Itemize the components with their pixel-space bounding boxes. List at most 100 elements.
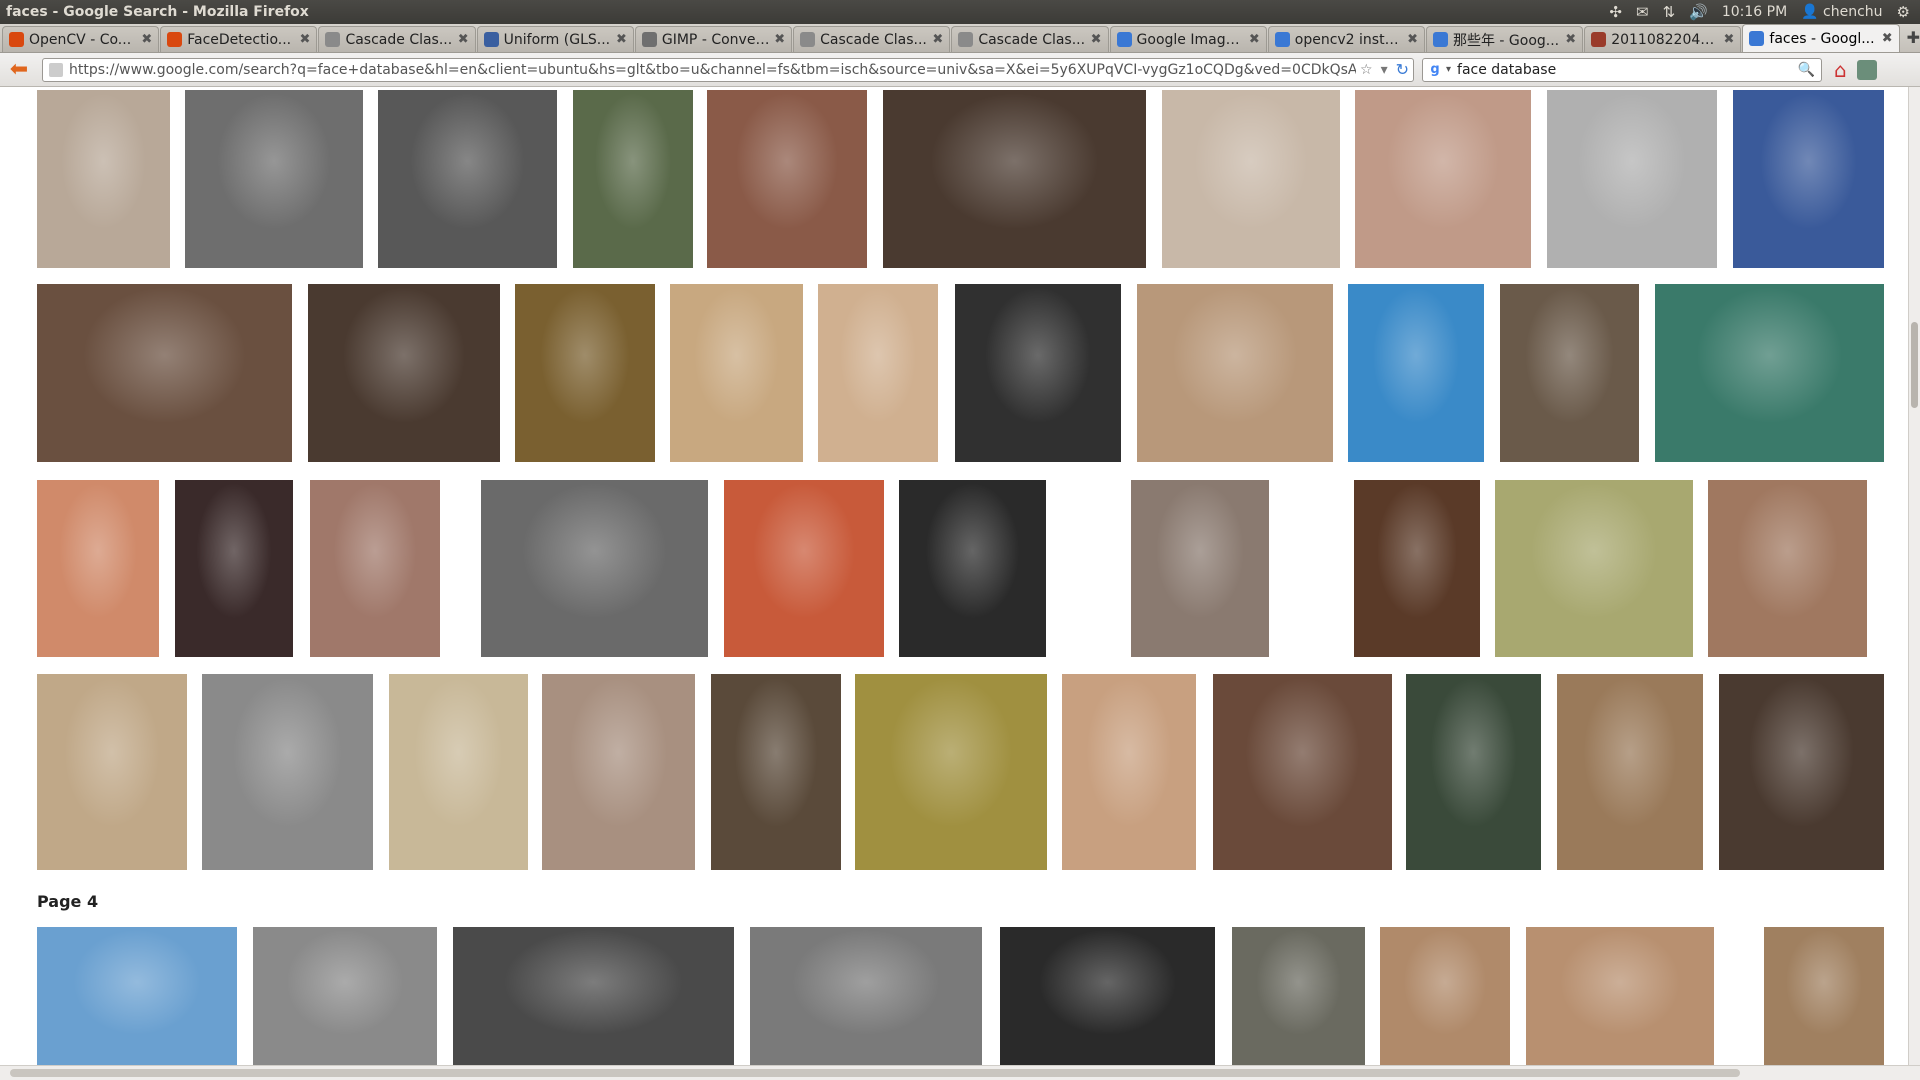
result-thumbnail[interactable] [1557,674,1703,870]
result-thumbnail[interactable] [1348,284,1484,462]
result-thumbnail[interactable] [707,90,867,268]
result-thumbnail[interactable] [202,674,373,870]
result-thumbnail[interactable] [515,284,655,462]
result-thumbnail[interactable] [855,674,1047,870]
result-thumbnail[interactable] [1708,480,1867,657]
search-bar[interactable]: g ▾ face database 🔍 [1422,57,1822,82]
vertical-scroll-thumb[interactable] [1911,322,1918,408]
result-thumbnail[interactable] [1137,284,1333,462]
result-thumbnail[interactable] [175,480,293,657]
tab-label: 那些年 - Goog... [1452,32,1560,49]
result-thumbnail[interactable] [1733,90,1884,268]
browser-tab[interactable]: GIMP - Conver... ✖ [634,26,793,52]
browser-tab[interactable]: Google Image... ✖ [1109,26,1267,52]
result-thumbnail[interactable] [1495,480,1693,657]
result-thumbnail[interactable] [1355,90,1531,268]
result-thumbnail[interactable] [542,674,695,870]
google-engine-icon[interactable]: g [1427,62,1443,78]
result-thumbnail[interactable] [1547,90,1717,268]
result-thumbnail[interactable] [750,927,982,1065]
result-thumbnail[interactable] [1000,927,1215,1065]
network-icon[interactable]: ⇅ [1663,3,1676,21]
browser-tab-active[interactable]: faces - Googl... ✖ [1742,24,1900,52]
result-thumbnail[interactable] [711,674,841,870]
browser-tab[interactable]: OpenCV - Co... ✖ [2,26,160,52]
result-thumbnail[interactable] [955,284,1121,462]
volume-icon[interactable]: 🔊 [1689,3,1708,21]
home-icon[interactable]: ⌂ [1834,58,1847,82]
result-thumbnail[interactable] [1406,674,1541,870]
result-thumbnail[interactable] [1354,480,1480,657]
result-thumbnail[interactable] [481,480,708,657]
result-thumbnail[interactable] [37,284,292,462]
result-thumbnail[interactable] [37,674,187,870]
clock[interactable]: 10:16 PM [1722,4,1787,20]
result-thumbnail[interactable] [453,927,734,1065]
browser-tab[interactable]: Cascade Clas... ✖ [951,26,1109,52]
horizontal-scroll-thumb[interactable] [10,1069,1740,1077]
result-thumbnail[interactable] [1526,927,1714,1065]
tab-close-icon[interactable]: ✖ [1724,32,1735,47]
result-thumbnail[interactable] [1380,927,1510,1065]
back-arrow-icon[interactable]: ⬅ [4,57,34,82]
result-thumbnail[interactable] [37,927,237,1065]
result-thumbnail[interactable] [883,90,1146,268]
dropbox-icon[interactable]: ✣ [1609,3,1622,21]
result-thumbnail[interactable] [818,284,938,462]
result-thumbnail[interactable] [1764,927,1884,1065]
result-thumbnail[interactable] [1719,674,1884,870]
tab-close-icon[interactable]: ✖ [1565,32,1576,47]
result-thumbnail[interactable] [1213,674,1392,870]
url-dropdown-icon[interactable]: ▾ [1381,62,1388,78]
url-bar[interactable]: https://www.google.com/search?q=face+dat… [42,57,1414,82]
result-thumbnail[interactable] [1162,90,1340,268]
mail-icon[interactable]: ✉ [1636,3,1649,21]
result-thumbnail[interactable] [573,90,693,268]
search-query[interactable]: face database [1451,62,1798,78]
result-thumbnail[interactable] [1131,480,1269,657]
result-thumbnail[interactable] [1655,284,1884,462]
browser-tab[interactable]: Cascade Clas... ✖ [793,26,951,52]
search-icon[interactable]: 🔍 [1798,62,1815,78]
browser-tab[interactable]: opencv2 insta... ✖ [1267,26,1425,52]
url-text[interactable]: https://www.google.com/search?q=face+dat… [69,62,1356,78]
browser-tab[interactable]: FaceDetectio... ✖ [160,26,318,52]
result-thumbnail[interactable] [899,480,1046,657]
vertical-scrollbar[interactable] [1908,87,1920,1065]
tab-close-icon[interactable]: ✖ [300,32,311,47]
browser-tab[interactable]: 20110822042... ✖ [1584,26,1742,52]
result-thumbnail[interactable] [389,674,528,870]
result-thumbnail[interactable] [310,480,440,657]
result-thumbnail[interactable] [185,90,363,268]
result-thumbnail[interactable] [37,90,170,268]
settings-gear-icon[interactable]: ⚙ [1897,3,1910,21]
tab-close-icon[interactable]: ✖ [1407,32,1418,47]
tab-close-icon[interactable]: ✖ [1249,32,1260,47]
tab-close-icon[interactable]: ✖ [774,32,785,47]
browser-tab[interactable]: 那些年 - Goog... ✖ [1425,26,1584,52]
result-thumbnail[interactable] [308,284,500,462]
tab-close-icon[interactable]: ✖ [141,32,152,47]
result-thumbnail[interactable] [1500,284,1639,462]
browser-tab[interactable]: Cascade Clas... ✖ [318,26,476,52]
result-thumbnail[interactable] [670,284,803,462]
tab-close-icon[interactable]: ✖ [1882,31,1893,46]
new-tab-icon[interactable]: ✚ [1907,28,1920,47]
bookmark-star-icon[interactable]: ☆ [1360,62,1373,78]
tab-close-icon[interactable]: ✖ [616,32,627,47]
tab-close-icon[interactable]: ✖ [458,32,469,47]
horizontal-scrollbar[interactable] [0,1065,1920,1080]
user-menu[interactable]: 👤 chenchu [1801,4,1882,20]
reload-icon[interactable]: ↻ [1396,60,1409,79]
result-thumbnail[interactable] [1062,674,1196,870]
browser-tab[interactable]: Uniform (GLS... ✖ [476,26,634,52]
extension-icon[interactable] [1856,59,1877,80]
tab-close-icon[interactable]: ✖ [1091,32,1102,47]
result-thumbnail[interactable] [1232,927,1365,1065]
tab-close-icon[interactable]: ✖ [932,32,943,47]
result-thumbnail[interactable] [378,90,557,268]
result-thumbnail[interactable] [37,480,159,657]
site-identity-icon[interactable] [49,62,63,77]
result-thumbnail[interactable] [253,927,437,1065]
result-thumbnail[interactable] [724,480,884,657]
